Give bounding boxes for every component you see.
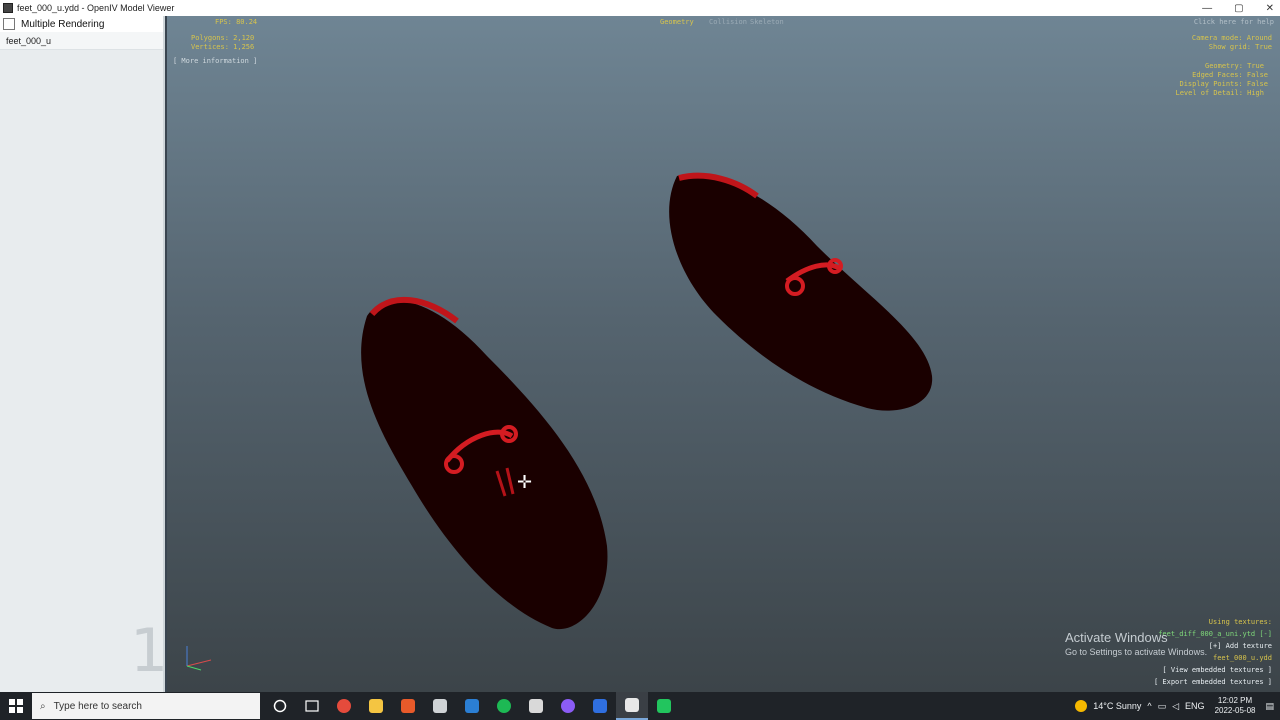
tab-collision[interactable]: Collision [709,18,747,27]
discord-icon [561,699,575,713]
system-tray: 14°C Sunny ^ ▭ ◁ ENG 12:02 PM 2022-05-08… [1075,692,1274,720]
help-link[interactable]: Click here for help [1194,18,1274,27]
chevron-up-icon[interactable]: ^ [1147,701,1151,711]
clock-date: 2022-05-08 [1214,706,1256,715]
search-icon: ⌕ [40,700,46,712]
model-list-sidebar: Multiple Rendering feet_000_u 1 [0,16,169,692]
folder-icon [369,699,383,713]
taskbar-app-generic[interactable] [520,692,552,720]
green-app-icon [657,699,671,713]
multiple-rendering-checkbox[interactable] [3,18,15,30]
vertices-readout: Vertices: 1,256 [191,43,255,51]
taskbar-app-photoshop[interactable] [584,692,616,720]
weather-text[interactable]: 14°C Sunny [1093,701,1141,711]
office-icon [401,699,415,713]
axis-gizmo-icon [186,646,212,671]
close-button[interactable]: ✕ [1266,3,1274,14]
taskbar-app-mail[interactable] [456,692,488,720]
task-view-button[interactable] [296,692,328,720]
window-controls: — ▢ ✕ [1202,0,1274,16]
taskbar-app-openiv[interactable] [616,692,648,720]
multiple-rendering-label: Multiple Rendering [21,18,105,30]
search-placeholder: Type here to search [53,700,142,712]
move-cursor-icon: ✛ [517,472,533,492]
taskbar-app-explorer[interactable] [360,692,392,720]
page-number-indicator: 1 [130,616,169,686]
app-icon [529,699,543,713]
clock-time: 12:02 PM [1217,696,1253,705]
model-list-item[interactable]: feet_000_u [0,32,163,50]
edged-faces-readout[interactable]: Edged Faces: False [1192,71,1268,80]
photoshop-icon [593,699,607,713]
left-shoe-model [361,296,608,630]
camera-mode-readout[interactable]: Camera mode: Around [1192,34,1272,43]
geometry-readout[interactable]: Geometry: True [1205,62,1264,71]
polygons-readout: Polygons: 2,120 [191,34,255,42]
taskbar-app-store[interactable] [424,692,456,720]
more-information-link[interactable]: [ More information ] [173,57,257,66]
taskbar-app-chrome[interactable] [328,692,360,720]
taskbar-app-office[interactable] [392,692,424,720]
activate-windows-title: Activate Windows [1065,630,1168,645]
level-of-detail-readout[interactable]: Level of Detail: High [1175,89,1264,98]
3d-viewport[interactable]: FPS: 80.24 Polygons: 2,120 Vertices: 1,2… [167,16,1280,692]
minimize-button[interactable]: — [1202,3,1212,14]
activate-windows-subtitle: Go to Settings to activate Windows. [1065,647,1208,657]
notification-icon[interactable]: ▤ [1265,701,1274,712]
taskbar-search-box[interactable]: ⌕ Type here to search [32,693,260,719]
cortana-button[interactable] [264,692,296,720]
spotify-icon [497,699,511,713]
language-indicator[interactable]: ENG [1185,701,1205,711]
ydd-file-label: feet_000_u.ydd [1212,654,1272,662]
window-title: feet_000_u.ydd - OpenIV Model Viewer [17,3,175,13]
task-view-icon [305,700,319,712]
multiple-rendering-row[interactable]: Multiple Rendering [0,16,163,32]
taskbar-app-green[interactable] [648,692,680,720]
maximize-button[interactable]: ▢ [1234,3,1243,14]
tab-skeleton[interactable]: Skeleton [750,18,784,27]
add-texture-link[interactable]: [+] Add texture [1209,642,1272,651]
tab-geometry[interactable]: Geometry [660,18,694,27]
show-grid-readout[interactable]: Show grid: True [1209,43,1272,52]
activate-windows-watermark: Activate Windows Go to Settings to activ… [1065,630,1207,657]
taskbar-app-spotify[interactable] [488,692,520,720]
windows-taskbar: ⌕ Type here to search 14°C Sunny ^ ▭ ◁ E… [0,692,1280,720]
openiv-app-icon [3,3,13,13]
display-points-readout[interactable]: Display Points: False [1179,80,1268,89]
openiv-icon [625,698,639,712]
volume-icon[interactable]: ◁ [1172,701,1179,712]
export-embedded-textures-link[interactable]: [ Export embedded textures ] [1154,678,1272,687]
cortana-circle-icon [273,699,287,713]
taskbar-clock[interactable]: 12:02 PM 2022-05-08 [1215,696,1256,716]
fps-readout: FPS: 80.24 [215,18,258,26]
using-textures-label: Using textures: [1208,618,1272,626]
title-bar: feet_000_u.ydd - OpenIV Model Viewer — ▢… [0,0,1280,16]
network-icon[interactable]: ▭ [1158,701,1167,712]
taskbar-app-discord[interactable] [552,692,584,720]
chrome-icon [337,699,351,713]
weather-sun-icon [1075,700,1088,712]
right-shoe-model [669,172,933,411]
store-icon [433,699,447,713]
windows-logo-icon [9,699,23,713]
shoe-models [361,172,933,630]
mail-icon [465,699,479,713]
start-button[interactable] [0,692,32,720]
view-embedded-textures-link[interactable]: [ View embedded textures ] [1162,666,1272,675]
